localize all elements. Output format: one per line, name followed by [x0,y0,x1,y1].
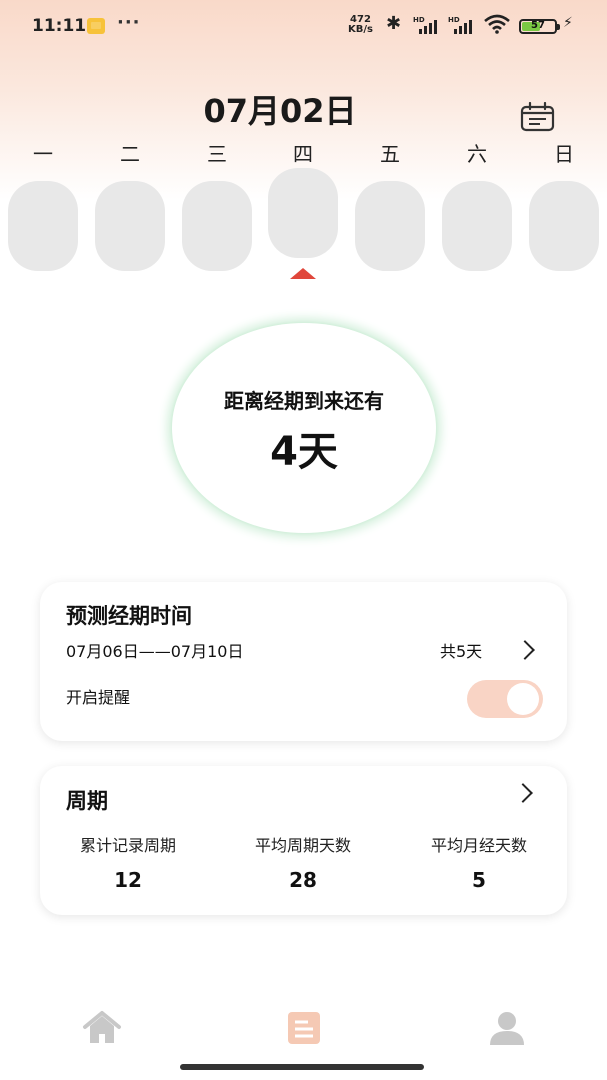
battery-level: 57 [531,20,545,31]
signal-icon: HD [413,16,439,34]
home-indicator[interactable] [180,1064,424,1070]
prediction-date-range: 07月06日——07月10日 [66,642,244,661]
weekday-label: 一 [33,142,53,166]
countdown-label: 距离经期到来还有 [224,389,384,413]
selected-day-indicator-icon [290,268,316,279]
status-time: 11:11 [32,16,87,36]
day-pill-thu-selected[interactable] [268,168,338,258]
network-speed: 472 KB/s [348,15,373,35]
battery-icon: 57 [519,19,560,34]
weekday-label: 四 [293,142,313,166]
prediction-card[interactable]: 预测经期时间 07月06日——07月10日 共5天 开启提醒 [40,582,567,741]
period-countdown: 距离经期到来还有 4天 [172,323,436,533]
day-pill-fri[interactable] [355,181,425,271]
wifi-icon [484,14,510,34]
cycle-title: 周期 [66,789,108,813]
weekday-label: 五 [380,142,400,166]
weekday-label: 二 [120,142,140,166]
network-speed-unit: KB/s [348,24,373,35]
stat-avg-cycle-days: 平均周期天数 28 [223,832,383,892]
status-bar: 11:11 ··· 472 KB/s ✱ HD HD 57 ⚡ [0,0,607,52]
day-pill-tue[interactable] [95,181,165,271]
gallery-notification-icon [87,18,105,34]
stat-recorded-cycles: 累计记录周期 12 [48,832,208,892]
stat-value: 12 [114,868,142,892]
stat-label: 平均月经天数 [430,836,527,855]
stat-value: 5 [472,868,486,892]
stat-label: 平均周期天数 [254,836,351,855]
toggle-knob [507,683,539,715]
record-icon[interactable] [284,1010,324,1046]
weekday-label: 日 [554,142,574,166]
bluetooth-icon: ✱ [386,13,402,34]
day-pill-sun[interactable] [529,181,599,271]
prediction-title: 预测经期时间 [66,604,192,628]
day-pill-mon[interactable] [8,181,78,271]
chevron-right-icon[interactable] [513,783,533,803]
signal-icon-2: HD [448,16,474,34]
home-icon[interactable] [82,1010,122,1046]
reminder-toggle[interactable] [467,680,543,718]
weekday-label: 三 [207,142,227,166]
calendar-icon[interactable] [520,102,555,132]
cycle-card[interactable]: 周期 累计记录周期 12 平均周期天数 28 平均月经天数 5 [40,766,567,915]
prediction-total-days: 共5天 [440,642,483,661]
weekday-header: 一 二 三 四 五 六 日 [0,138,607,168]
stat-avg-period-days: 平均月经天数 5 [399,832,559,892]
weekday-label: 六 [467,142,487,166]
chevron-right-icon[interactable] [515,640,535,660]
more-notifications-icon: ··· [117,12,141,33]
selected-date-title: 07月02日 [203,92,357,130]
charging-icon: ⚡ [563,15,573,31]
stat-label: 累计记录周期 [79,836,176,855]
day-pill-sat[interactable] [442,181,512,271]
bottom-nav [0,1000,607,1056]
day-pill-wed[interactable] [182,181,252,271]
profile-icon[interactable] [487,1010,527,1046]
reminder-label: 开启提醒 [66,688,131,707]
stat-value: 28 [289,868,317,892]
countdown-value: 4天 [270,429,338,475]
